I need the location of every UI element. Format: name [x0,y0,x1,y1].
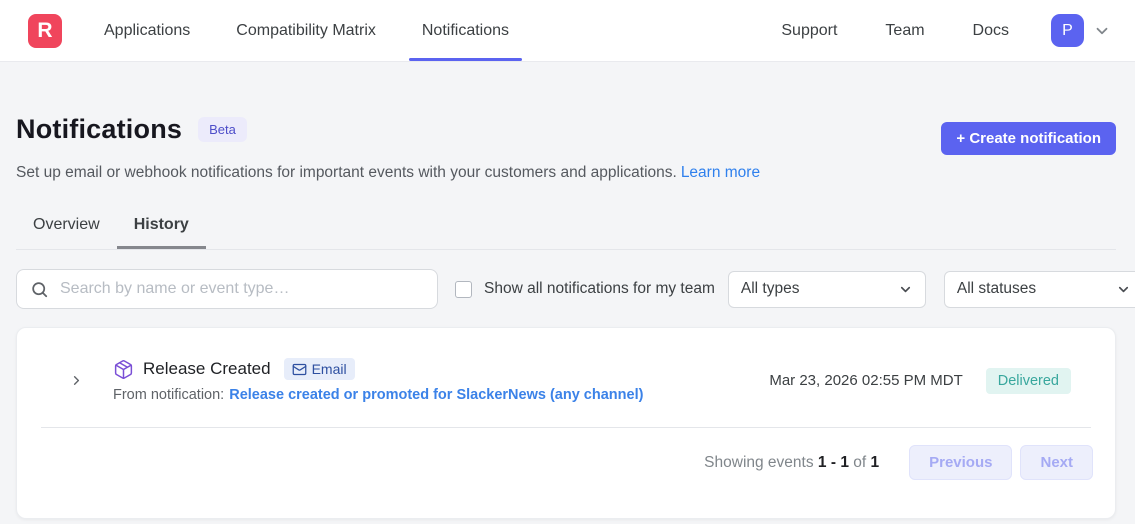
team-filter: Show all notifications for my team [455,280,715,298]
main-content: Notifications Beta + Create notification… [0,104,1135,519]
nav-item-docs[interactable]: Docs [949,0,1033,61]
showing-events-text: Showing events 1 - 1 of 1 [704,454,879,472]
status-filter-select[interactable]: All statuses [944,271,1135,308]
avatar[interactable]: P [1051,14,1084,47]
chevron-down-icon [898,282,913,297]
search-input[interactable] [60,280,424,298]
search-icon [30,280,49,299]
channel-badge: Email [284,358,355,380]
nav-item-compatibility-matrix[interactable]: Compatibility Matrix [213,0,399,61]
nav-item-notifications[interactable]: Notifications [399,0,532,61]
app-logo[interactable]: R [28,14,62,48]
tab-bar: Overview History [16,206,1116,250]
expand-row-button[interactable] [67,371,86,390]
create-notification-button[interactable]: + Create notification [941,122,1116,155]
event-details: Release Created Email From notification:… [113,358,769,403]
previous-page-button[interactable]: Previous [909,445,1012,480]
page-header: Notifications Beta + Create notification [16,104,1116,155]
search-box[interactable] [16,269,438,309]
chevron-right-icon [69,373,84,388]
event-source-line: From notification: Release created or pro… [113,387,769,403]
page-title: Notifications [16,114,182,145]
package-icon [113,359,134,380]
nav-item-applications[interactable]: Applications [81,0,213,61]
type-filter-value: All types [741,280,800,298]
notification-link[interactable]: Release created or promoted for SlackerN… [229,387,643,403]
event-title: Release Created [143,359,271,379]
logo-letter: R [37,19,52,43]
filter-bar: Show all notifications for my team All t… [16,269,1116,309]
channel-badge-label: Email [312,361,347,377]
event-timestamp: Mar 23, 2026 02:55 PM MDT [769,372,962,389]
show-team-checkbox[interactable] [455,281,472,298]
chevron-down-icon[interactable] [1093,22,1111,40]
status-badge: Delivered [986,368,1071,394]
from-notification-label: From notification: [113,387,224,403]
event-row: Release Created Email From notification:… [17,328,1115,427]
nav-item-support[interactable]: Support [757,0,861,61]
primary-nav: Applications Compatibility Matrix Notifi… [81,0,532,61]
avatar-initial: P [1062,22,1073,40]
type-filter-select[interactable]: All types [728,271,926,308]
email-icon [292,362,307,377]
tab-overview[interactable]: Overview [16,206,117,249]
events-total: 1 [870,454,879,471]
show-team-checkbox-label[interactable]: Show all notifications for my team [484,280,715,298]
learn-more-link[interactable]: Learn more [681,164,760,181]
events-range: 1 - 1 [818,454,849,471]
tab-history[interactable]: History [117,206,206,249]
events-card: Release Created Email From notification:… [16,327,1116,519]
top-navbar: R Applications Compatibility Matrix Noti… [0,0,1135,62]
next-page-button[interactable]: Next [1020,445,1093,480]
nav-item-team[interactable]: Team [861,0,948,61]
pagination: Showing events 1 - 1 of 1 Previous Next [17,428,1115,518]
chevron-down-icon [1116,282,1131,297]
secondary-nav: Support Team Docs P [757,0,1111,61]
page-description: Set up email or webhook notifications fo… [16,164,1116,182]
beta-badge: Beta [198,117,247,142]
description-text: Set up email or webhook notifications fo… [16,164,677,181]
status-filter-value: All statuses [957,280,1036,298]
